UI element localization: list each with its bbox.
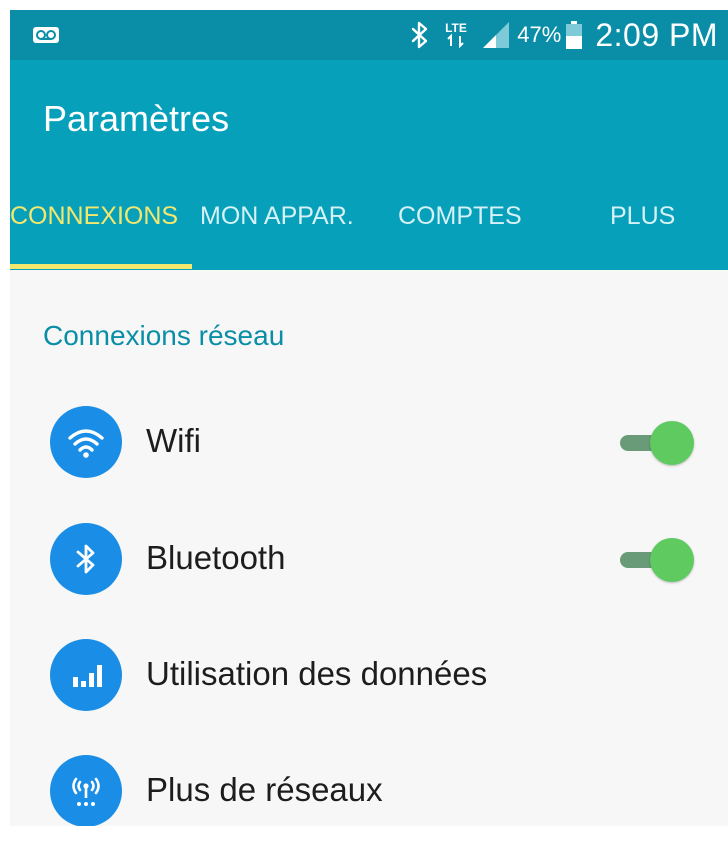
data-usage-icon (50, 639, 122, 711)
setting-label-data-usage: Utilisation des données (146, 655, 488, 692)
tab-connexions[interactable]: CONNEXIONS (10, 202, 178, 231)
settings-screen: LTE 47% 2:09 PM Paramètres CONNEXIONS MO… (0, 0, 728, 850)
top-margin (0, 0, 728, 10)
bluetooth-icon (50, 523, 122, 595)
settings-list: Connexions réseau Wifi Bluetooth Utilisa… (10, 270, 728, 827)
active-tab-indicator (10, 264, 192, 269)
bluetooth-toggle[interactable] (616, 537, 694, 583)
tab-mon-appar[interactable]: MON APPAR. (200, 202, 354, 231)
section-header: Connexions réseau (43, 320, 285, 351)
status-bar: LTE 47% 2:09 PM (10, 10, 728, 60)
setting-label-more-networks: Plus de réseaux (146, 771, 383, 808)
signal-icon (483, 22, 510, 48)
setting-label-bluetooth: Bluetooth (146, 539, 286, 576)
bottom-margin (0, 826, 728, 850)
setting-row-wifi[interactable]: Wifi (10, 382, 728, 498)
app-bar: Paramètres CONNEXIONS MON APPAR. COMPTES… (10, 60, 728, 270)
lte-icon: LTE (445, 21, 467, 49)
voicemail-icon (33, 27, 59, 43)
setting-row-data-usage[interactable]: Utilisation des données (10, 615, 728, 731)
battery-percent: 47% (517, 22, 562, 47)
wifi-icon (50, 406, 122, 478)
tab-comptes[interactable]: COMPTES (398, 202, 522, 231)
setting-label-wifi: Wifi (146, 422, 201, 459)
more-networks-icon (50, 755, 122, 827)
bluetooth-icon (412, 21, 428, 49)
status-indicators: LTE 47% 2:09 PM (399, 10, 718, 60)
left-margin (0, 0, 10, 850)
wifi-toggle-thumb (650, 421, 694, 465)
clock: 2:09 PM (595, 16, 718, 53)
bluetooth-toggle-thumb (650, 538, 694, 582)
lte-label: LTE (445, 21, 467, 35)
tab-plus[interactable]: PLUS (610, 202, 675, 231)
battery-icon (566, 21, 583, 49)
setting-row-bluetooth[interactable]: Bluetooth (10, 499, 728, 615)
wifi-toggle[interactable] (616, 420, 694, 466)
page-title: Paramètres (43, 98, 230, 139)
